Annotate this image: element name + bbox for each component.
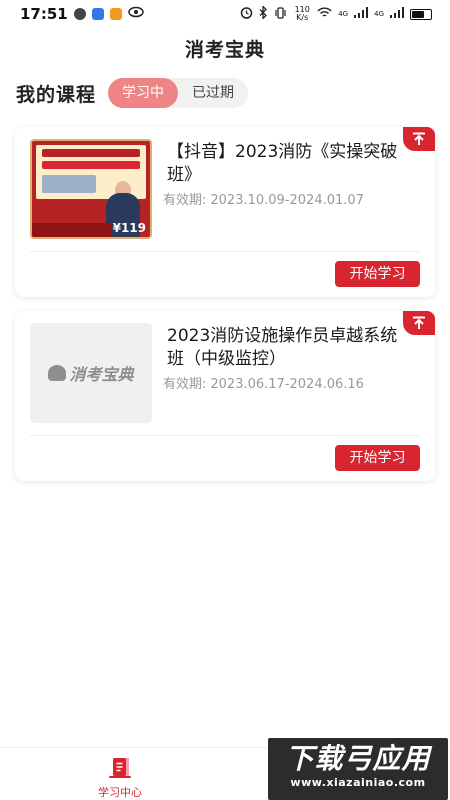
watermark-main-text: 下载弓应用 (285, 742, 431, 775)
nav-label: 学习中心 (98, 786, 142, 799)
chat-notification-icon (73, 8, 86, 20)
network-speed: 110 K/s (294, 5, 310, 22)
thumbnail-headline-bar (42, 149, 140, 157)
app-logo: 消考宝典 (48, 361, 134, 385)
course-thumbnail-placeholder[interactable]: 消考宝典 (30, 323, 152, 423)
course-thumbnail[interactable]: ¥119 (30, 139, 152, 239)
pin-top-icon (413, 132, 425, 145)
course-validity: 有效期: 2023.06.17-2024.06.16 (163, 373, 364, 392)
validity-range: 2023.06.17-2024.06.16 (210, 377, 364, 392)
validity-range: 2023.10.09-2024.01.07 (210, 193, 364, 208)
eye-icon (128, 6, 144, 22)
tab-expired[interactable]: 已过期 (178, 78, 248, 108)
status-right: 110 K/s 4G 4G (240, 4, 432, 22)
page-title: 消考宝典 (184, 39, 265, 61)
alarm-icon (240, 6, 253, 22)
nav-learning-center[interactable]: 学习中心 (90, 756, 150, 800)
start-learning-button[interactable]: 开始学习 (335, 445, 420, 471)
course-card[interactable]: ¥119 【抖音】2023消防《实操突破班》 有效期: 2023.10.09-20… (15, 127, 435, 297)
course-card[interactable]: 消考宝典 2023消防设施操作员卓越系统班（中级监控） 有效期: 2023.06.… (15, 311, 435, 481)
learning-center-icon (109, 758, 131, 778)
card-divider (30, 251, 420, 252)
video-notification-icon (109, 8, 122, 20)
thumbnail-price: ¥119 (112, 221, 146, 235)
status-bar: 17:51 110 K/s 4G 4G (0, 0, 450, 28)
validity-label: 有效期: (163, 193, 207, 208)
status-left: 17:51 (20, 5, 144, 23)
site-watermark: 下载弓应用 www.xiazainiao.com (268, 738, 448, 800)
logo-badge-icon (48, 365, 67, 381)
section-title: 我的课程 (16, 83, 97, 106)
validity-label: 有效期: (163, 377, 207, 392)
course-status-tabs: 学习中 已过期 (108, 78, 249, 108)
thumbnail-screenshot (42, 175, 96, 193)
thumbnail-footer-banner (32, 223, 112, 237)
course-validity: 有效期: 2023.10.09-2024.01.07 (163, 189, 364, 208)
signal-2-icon (390, 7, 404, 21)
wifi-icon (317, 7, 332, 21)
signal-2-label: 4G (374, 10, 384, 18)
card-divider (30, 435, 420, 436)
watermark-url: www.xiazainiao.com (290, 776, 426, 789)
pin-top-icon (413, 316, 425, 329)
battery-level (412, 10, 424, 18)
pin-to-top-button[interactable] (403, 311, 435, 335)
course-title[interactable]: 2023消防设施操作员卓越系统班（中级监控） (167, 325, 407, 371)
course-title[interactable]: 【抖音】2023消防《实操突破班》 (167, 141, 407, 187)
app-notification-icon (91, 8, 104, 20)
placeholder-logo-text: 消考宝典 (69, 365, 134, 384)
tab-studying[interactable]: 学习中 (108, 78, 179, 108)
course-section-header: 我的课程 学习中 已过期 (16, 78, 249, 108)
vibrate-icon (274, 6, 287, 22)
bluetooth-icon (259, 4, 268, 22)
status-time: 17:51 (20, 5, 68, 23)
start-learning-button[interactable]: 开始学习 (335, 261, 420, 287)
pin-to-top-button[interactable] (403, 127, 435, 151)
battery-icon (410, 8, 432, 20)
signal-1-label: 4G (338, 10, 349, 18)
signal-1-icon (354, 7, 369, 21)
thumbnail-headline-bar (42, 161, 140, 169)
